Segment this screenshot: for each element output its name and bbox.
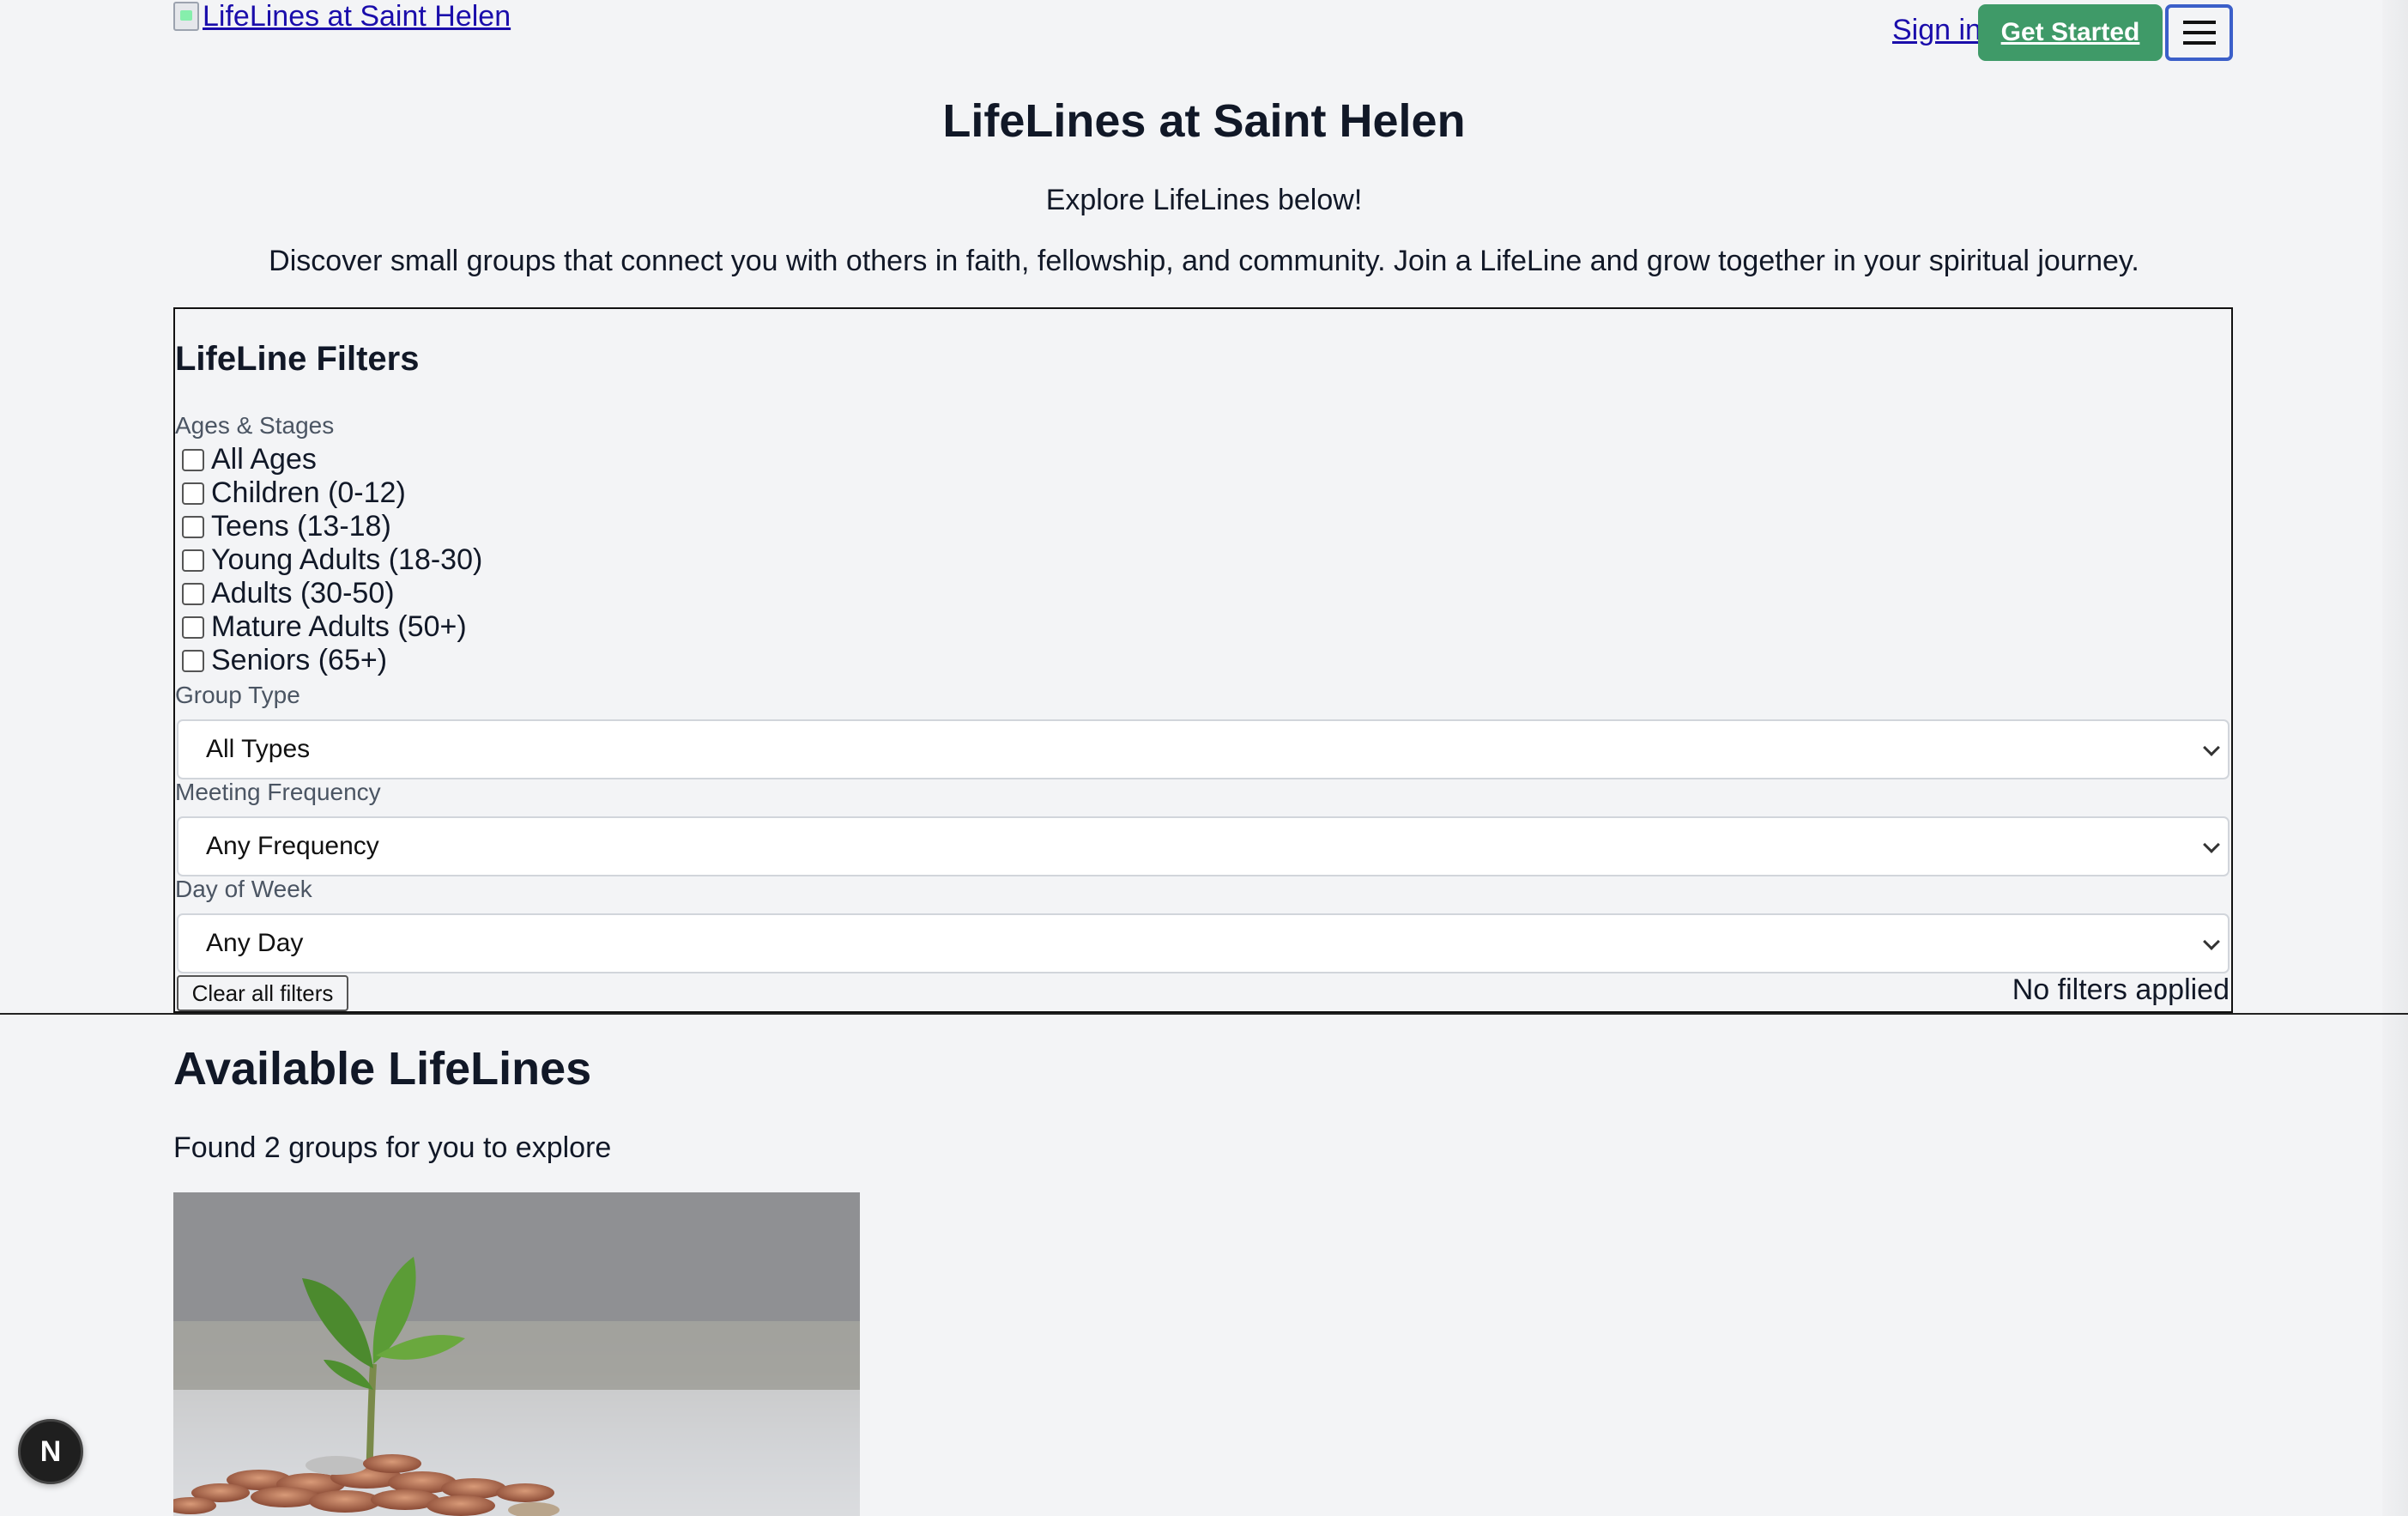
chevron-down-icon <box>2203 933 2220 950</box>
checkbox[interactable] <box>182 615 204 639</box>
age-option-label: Children (0-12) <box>211 476 406 509</box>
group-type-value: All Types <box>206 735 311 763</box>
hamburger-menu-icon <box>2182 31 2216 34</box>
filters-title: LifeLine Filters <box>175 340 420 378</box>
logo-alt-text: LifeLines at Saint Helen <box>203 0 511 33</box>
age-option-label: Teens (13-18) <box>211 510 391 543</box>
age-option-label: Young Adults (18-30) <box>211 543 483 576</box>
results-count: Found 2 groups for you to explore <box>173 1131 612 1164</box>
checkbox[interactable] <box>182 649 204 672</box>
divider <box>0 1013 2408 1015</box>
age-option[interactable]: Young Adults (18-30) <box>182 543 482 577</box>
checkbox[interactable] <box>182 448 204 471</box>
age-option[interactable]: All Ages <box>182 443 317 476</box>
group-type-select[interactable]: All Types <box>177 719 2230 779</box>
page-title: LifeLines at Saint Helen <box>942 95 1466 147</box>
filters-panel: LifeLine Filters Ages & Stages All Ages … <box>173 307 2233 1013</box>
frequency-value: Any Frequency <box>206 832 379 860</box>
ages-label: Ages & Stages <box>175 412 335 439</box>
hamburger-menu-icon <box>2182 21 2216 24</box>
age-option[interactable]: Mature Adults (50+) <box>182 610 467 644</box>
broken-image-icon <box>173 2 199 31</box>
filter-status: No filters applied <box>2012 973 2230 1006</box>
logo-link[interactable]: LifeLines at Saint Helen <box>173 0 511 33</box>
age-option-label: Adults (30-50) <box>211 577 395 609</box>
age-option-label: Mature Adults (50+) <box>211 610 467 643</box>
chevron-down-icon <box>2203 739 2220 756</box>
clear-filters-button[interactable]: Clear all filters <box>177 975 348 1011</box>
age-option[interactable]: Teens (13-18) <box>182 510 391 543</box>
hero-subtitle: Explore LifeLines below! <box>1045 184 1363 216</box>
checkbox[interactable] <box>182 515 204 538</box>
sign-in-link[interactable]: Sign in <box>1892 14 1981 47</box>
get-started-button[interactable]: Get Started <box>1978 4 2163 61</box>
age-option[interactable]: Children (0-12) <box>182 476 406 510</box>
chevron-down-icon <box>2203 836 2220 853</box>
group-type-label: Group Type <box>175 682 300 708</box>
frequency-select[interactable]: Any Frequency <box>177 816 2230 876</box>
day-label: Day of Week <box>175 876 312 902</box>
hero-description: Discover small groups that connect you w… <box>269 245 2139 277</box>
group-card-image[interactable] <box>173 1192 860 1516</box>
plant-coins-image <box>173 1192 860 1516</box>
dev-tools-badge[interactable]: N <box>18 1419 83 1484</box>
frequency-label: Meeting Frequency <box>175 779 381 805</box>
checkbox[interactable] <box>182 549 204 572</box>
menu-button[interactable] <box>2165 4 2233 61</box>
scrollbar[interactable] <box>2382 0 2408 1516</box>
hamburger-menu-icon <box>2182 41 2216 45</box>
checkbox[interactable] <box>182 582 204 605</box>
age-option-label: All Ages <box>211 443 317 476</box>
age-option-label: Seniors (65+) <box>211 644 388 676</box>
day-select[interactable]: Any Day <box>177 913 2230 973</box>
checkbox[interactable] <box>182 482 204 505</box>
day-value: Any Day <box>206 929 304 957</box>
age-option[interactable]: Adults (30-50) <box>182 577 395 610</box>
age-option[interactable]: Seniors (65+) <box>182 644 387 677</box>
results-title: Available LifeLines <box>173 1043 592 1095</box>
